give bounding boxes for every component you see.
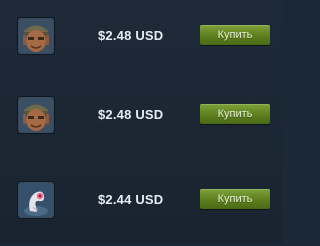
listing-row: $2.48 USD Купить (0, 79, 282, 161)
buy-button[interactable]: Купить (200, 104, 270, 124)
item-thumbnail[interactable] (18, 97, 54, 133)
market-listings-panel: $2.48 USD Купить $2.48 USD Купить $2.44 … (0, 0, 282, 244)
item-thumbnail[interactable] (18, 182, 54, 218)
soldier-face-icon (19, 19, 53, 53)
listing-row: $2.44 USD Купить (0, 164, 282, 246)
listing-price: $2.48 USD (98, 107, 164, 122)
listing-price: $2.44 USD (98, 192, 164, 207)
listing-row: $2.48 USD Купить (0, 0, 282, 82)
buy-button[interactable]: Купить (200, 25, 270, 45)
pink-creature-icon (19, 183, 53, 217)
soldier-face-icon (19, 98, 53, 132)
item-thumbnail[interactable] (18, 18, 54, 54)
buy-button[interactable]: Купить (200, 189, 270, 209)
listing-price: $2.48 USD (98, 28, 164, 43)
